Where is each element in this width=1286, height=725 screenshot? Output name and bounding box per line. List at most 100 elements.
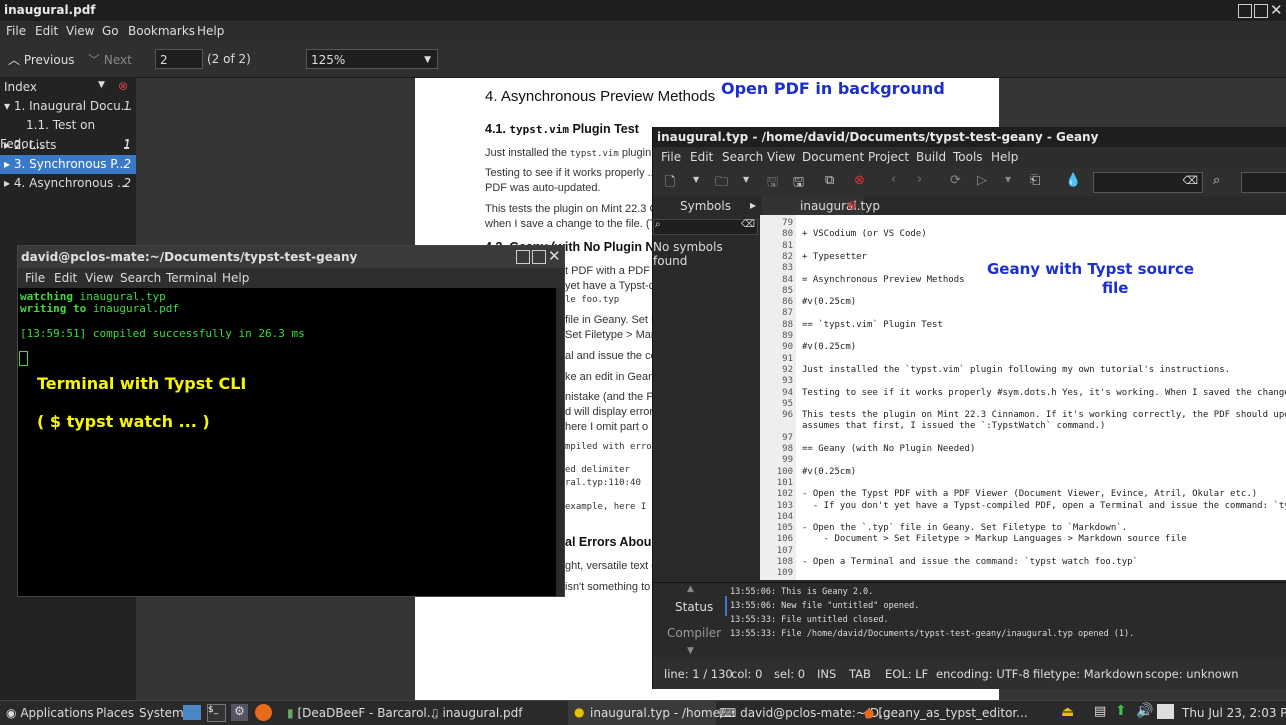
page-input[interactable]: 2 [155,49,203,69]
search-icon: ⌕ [655,219,661,230]
menu-terminal[interactable]: Terminal [166,271,217,285]
clear-icon[interactable]: ⌫ [1182,174,1198,187]
display-icon[interactable] [1157,704,1174,719]
line-number: 87 [782,308,793,319]
tab-status[interactable]: Status [675,600,713,614]
firefox-icon[interactable] [255,704,272,721]
line-number: 96 [782,410,793,421]
menu-bookmarks[interactable]: Bookmarks [128,24,195,38]
close-icon[interactable]: ✕ [548,247,561,265]
home-folder-icon[interactable] [183,705,201,720]
system-menu[interactable]: System [139,706,184,720]
close-icon[interactable]: ✕ [1270,1,1283,19]
line-number: 104 [776,511,793,522]
menu-view[interactable]: View [66,24,94,38]
geany-toolbar: 🗋 ▼ 🗀 ▼ 🖫 🖫 ⧉ ⊗ ‹ › ⟳ ▷ ▼ ⎗ 💧 ⌫ ⌕ [653,168,1286,196]
run-icon[interactable]: ▷ [977,173,987,188]
dropdown-arrow-icon: ▼ [424,55,431,65]
close-file-icon[interactable]: ⊗ [854,173,865,188]
sidebar-item-asynchronous[interactable]: ▸ 4. Asynchronous ... 2 [0,174,136,193]
sidebar-item-test-fedora[interactable]: 1.1. Test on Fedor... 1 [0,116,136,151]
goto-line-input[interactable] [1241,172,1286,193]
sidebar-item-synchronous[interactable]: ▸ 3. Synchronous P... 2 [0,155,136,174]
menu-edit[interactable]: Edit [54,271,77,285]
search-icon[interactable]: ⌕ [1213,173,1220,188]
color-chooser-icon[interactable]: 💧 [1065,173,1081,188]
sidebar-item-inaugural[interactable]: ▾ 1. Inaugural Docu... 1 [0,97,136,116]
menu-view[interactable]: View [767,150,795,164]
menu-edit[interactable]: Edit [35,24,58,38]
menu-help[interactable]: Help [991,150,1018,164]
forward-icon[interactable]: › [917,172,922,187]
dropdown-arrow-icon[interactable]: ▼ [1005,175,1011,184]
open-folder-icon[interactable]: 🗀 [715,173,728,195]
expander-closed-icon: ▸ [4,176,11,190]
zoom-select[interactable]: 125% ▼ [306,49,438,69]
menu-file[interactable]: File [25,271,45,285]
back-icon[interactable]: ‹ [891,172,896,187]
geany-title: inaugural.typ - /home/david/Documents/ty… [657,130,1099,144]
volume-icon[interactable]: 🔊 [1136,703,1153,719]
menu-document[interactable]: Document [802,150,864,164]
search-input[interactable]: ⌫ [1093,172,1203,193]
terminal-scrollbar[interactable] [556,288,564,596]
clock[interactable]: Thu Jul 23, 2:03 PM [1182,706,1286,720]
tab-symbols[interactable]: Symbols [680,199,731,213]
network-icon[interactable]: ⬆ [1115,703,1127,719]
expander-closed-icon: ▸ [4,138,11,152]
scroll-down-icon[interactable]: ▼ [687,646,694,656]
task-geany[interactable]: ● inaugural.typ - /home/... [568,701,736,725]
code-editor[interactable]: 79 80 + VSCodium (or VS Code) 81 82 + Typeset… [760,215,1286,580]
symbol-filter-input[interactable]: ⌕ ⌫ [653,219,758,235]
places-menu[interactable]: Places [96,706,134,720]
maximize-icon[interactable] [532,250,546,264]
message-line: 13:55:33: File /home/david/Documents/typ… [730,629,1135,639]
minimize-icon[interactable] [1238,4,1252,18]
menu-file[interactable]: File [661,150,681,164]
menu-project[interactable]: Project [868,150,909,164]
dropdown-arrow-icon[interactable]: ▼ [693,175,699,184]
compile-icon[interactable]: ⟳ [950,173,961,188]
revert-icon[interactable]: ⧉ [825,173,834,188]
new-file-icon[interactable]: 🗋 [665,173,675,195]
menu-go[interactable]: Go [102,24,119,38]
code-line: - If you don't yet have a Typst-compiled… [802,500,1286,511]
updates-icon[interactable]: ⏏ [1061,704,1074,720]
execute-icon[interactable]: ⎗ [1030,173,1040,188]
sidebar-dropdown-icon[interactable]: ▼ [98,80,105,90]
close-sidebar-icon[interactable]: ⊗ [118,79,128,93]
maximize-icon[interactable] [1254,4,1268,18]
save-all-icon[interactable]: 🖫 [793,173,804,195]
menu-tools[interactable]: Tools [953,150,983,164]
previous-button[interactable]: ︿ Previous [8,51,75,68]
task-inaugural-pdf[interactable]: ▯ inaugural.pdf [432,706,522,720]
tab-inaugural-typ[interactable]: inaugural.typ ⊗ [762,196,880,215]
menu-help[interactable]: Help [197,24,224,38]
tab-compiler[interactable]: Compiler [667,626,721,640]
menu-build[interactable]: Build [916,150,946,164]
scroll-up-icon[interactable]: ▲ [687,584,694,594]
task-deadbeef[interactable]: ▮ [DeaDBeeF - Barcarol... [287,706,438,720]
clipboard-icon[interactable]: ▤ [1094,704,1106,719]
document-icon: ▯ [432,706,439,720]
task-geany-article[interactable]: ● [geany_as_typst_editor... [864,706,1028,720]
chevron-right-icon[interactable]: ▸ [750,198,756,212]
pdf-text: PDF was auto-updated. [485,182,601,194]
menu-view[interactable]: View [85,271,113,285]
sidebar-item-lists[interactable]: ▸ 2. Lists 1 [0,136,136,155]
save-icon[interactable]: 🖫 [767,173,778,195]
applications-menu[interactable]: ◉ Applications [6,706,94,720]
next-button[interactable]: ﹀ Next [88,51,132,68]
menu-search[interactable]: Search [722,150,763,164]
terminal-output[interactable]: watching inaugural.typ writing to inaugu… [18,288,556,596]
close-tab-icon[interactable]: ⊗ [847,198,857,212]
minimize-icon[interactable] [516,250,530,264]
clear-icon[interactable]: ⌫ [741,219,755,230]
menu-help[interactable]: Help [222,271,249,285]
menu-search[interactable]: Search [120,271,161,285]
settings-icon[interactable]: ⚙ [231,704,248,721]
menu-file[interactable]: File [6,24,26,38]
menu-edit[interactable]: Edit [690,150,713,164]
terminal-launcher-icon[interactable]: $_ [207,704,226,722]
dropdown-arrow-icon[interactable]: ▼ [743,175,749,184]
